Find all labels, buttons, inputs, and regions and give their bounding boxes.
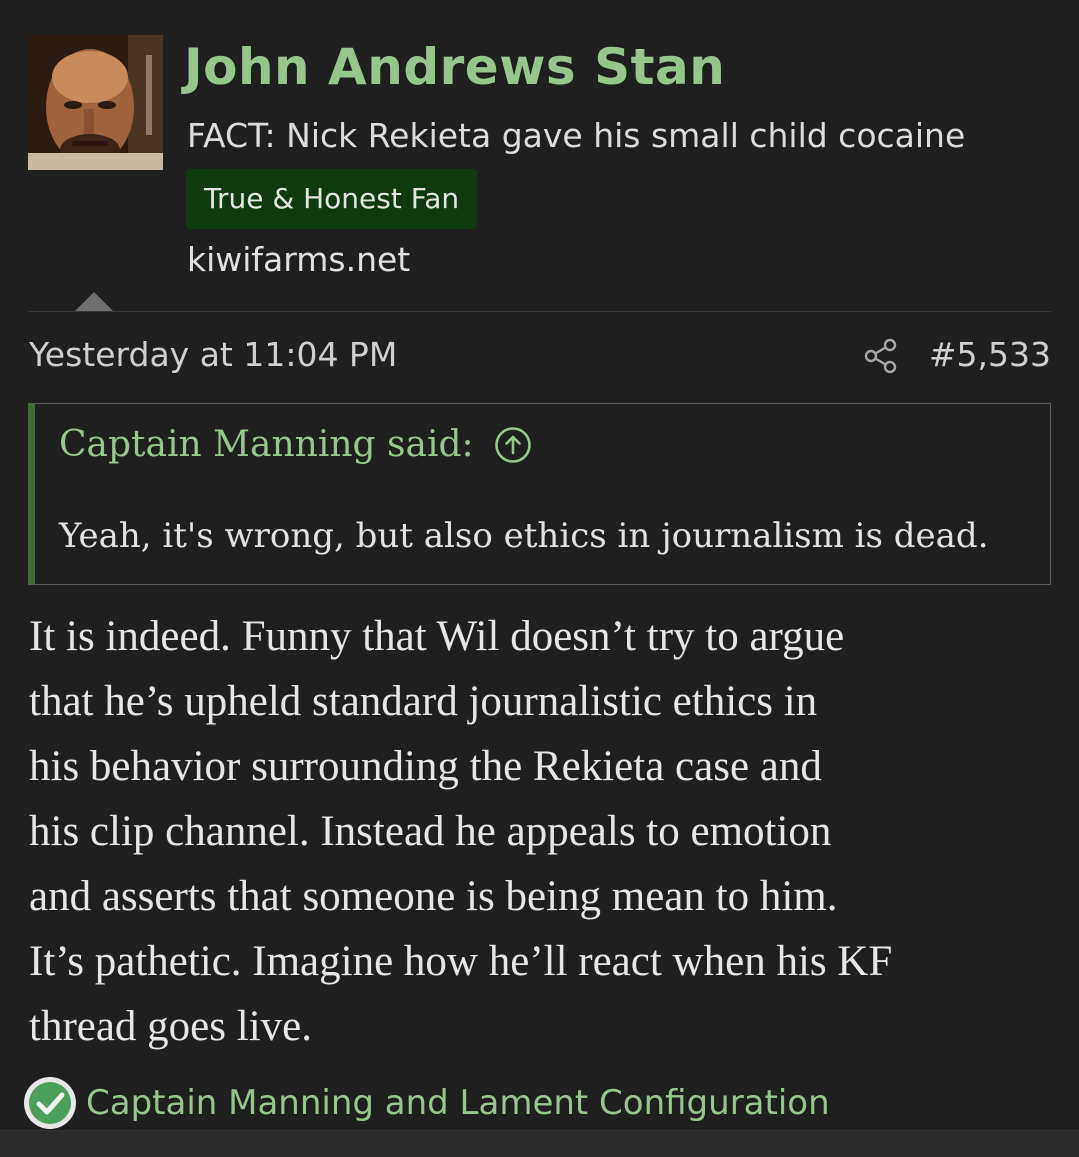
post-body-line: his clip channel. Instead he appeals to … bbox=[29, 808, 832, 855]
arrow-up-circle-icon[interactable] bbox=[494, 426, 532, 464]
collapse-arrow-icon[interactable] bbox=[75, 292, 113, 311]
share-icon[interactable] bbox=[862, 337, 900, 375]
reaction-users[interactable]: Captain Manning and Lament Configuration bbox=[86, 1083, 830, 1123]
avatar-photo bbox=[28, 35, 163, 170]
post-number[interactable]: #5,533 bbox=[929, 335, 1051, 374]
quote-header: Captain Manning said: bbox=[59, 424, 532, 465]
username[interactable]: John Andrews Stan bbox=[184, 40, 725, 95]
quote-text: Yeah, it's wrong, but also ethics in jou… bbox=[59, 516, 989, 556]
post-body-line: It’s pathetic. Imagine how he’ll react w… bbox=[29, 938, 893, 985]
user-extra-website: kiwifarms.net bbox=[187, 240, 411, 279]
post-body-line: that he’s upheld standard journalistic e… bbox=[29, 678, 818, 725]
check-icon[interactable] bbox=[22, 1075, 78, 1131]
post-body-line: thread goes live. bbox=[29, 1003, 312, 1050]
user-avatar[interactable] bbox=[28, 35, 163, 170]
quote-block: Captain Manning said: Yeah, it's wrong, … bbox=[28, 403, 1051, 585]
user-title: FACT: Nick Rekieta gave his small child … bbox=[187, 116, 966, 155]
post-body: It is indeed. Funny that Wil doesn’t try… bbox=[29, 604, 1049, 1059]
reactions-bar: Captain Manning and Lament Configuration bbox=[22, 1075, 830, 1131]
post-footer-strip bbox=[0, 1130, 1079, 1157]
user-banner: True & Honest Fan bbox=[186, 169, 478, 229]
post-body-line: his behavior surrounding the Rekieta cas… bbox=[29, 743, 822, 790]
post-date[interactable]: Yesterday at 11:04 PM bbox=[29, 335, 397, 374]
post-body-line: It is indeed. Funny that Wil doesn’t try… bbox=[29, 613, 845, 660]
quote-author[interactable]: Captain Manning said: bbox=[59, 424, 474, 465]
divider bbox=[28, 311, 1051, 312]
forum-post: John Andrews Stan FACT: Nick Rekieta gav… bbox=[0, 0, 1079, 1157]
post-body-line: and asserts that someone is being mean t… bbox=[29, 873, 838, 920]
